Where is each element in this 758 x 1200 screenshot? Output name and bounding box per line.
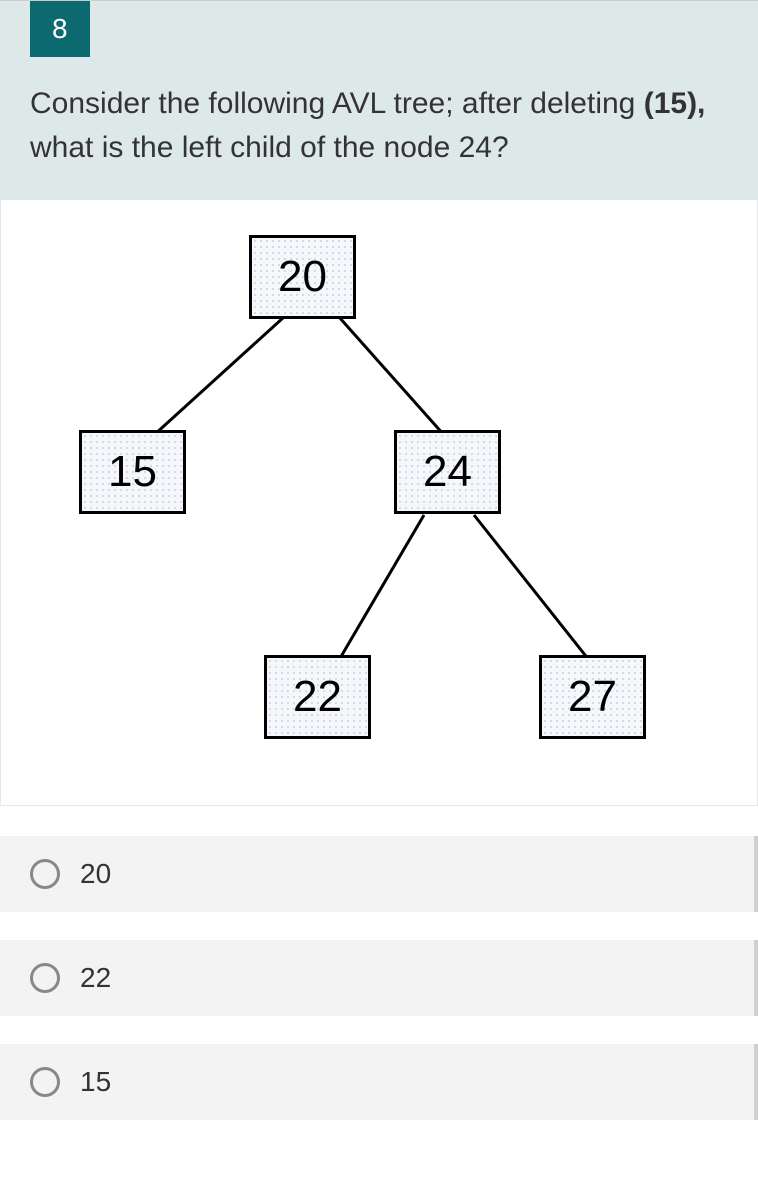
question-text-part2: what is the left child of the node 24? [30, 131, 509, 164]
question-number-badge: 8 [30, 1, 90, 57]
avl-tree-diagram: 20 15 24 22 27 [49, 235, 709, 775]
option-row[interactable]: 20 [0, 836, 758, 912]
tree-node-left: 15 [79, 430, 186, 514]
tree-node-right-left: 22 [264, 655, 371, 739]
question-header: 8 Consider the following AVL tree; after… [0, 0, 758, 199]
radio-icon[interactable] [30, 859, 60, 889]
option-row[interactable]: 22 [0, 940, 758, 1016]
option-row[interactable]: 15 [0, 1044, 758, 1120]
option-label: 15 [80, 1066, 111, 1098]
radio-icon[interactable] [30, 963, 60, 993]
radio-icon[interactable] [30, 1067, 60, 1097]
question-text-part1: Consider the following AVL tree; after d… [30, 87, 644, 120]
tree-node-right: 24 [394, 430, 501, 514]
tree-node-root: 20 [249, 235, 356, 319]
tree-node-right-right: 27 [539, 655, 646, 739]
option-label: 20 [80, 858, 111, 890]
answer-options: 20 22 15 [0, 806, 758, 1158]
question-text: Consider the following AVL tree; after d… [30, 82, 728, 169]
tree-diagram-container: 20 15 24 22 27 [0, 199, 758, 806]
option-label: 22 [80, 962, 111, 994]
question-bold-deleted: (15), [644, 87, 706, 120]
